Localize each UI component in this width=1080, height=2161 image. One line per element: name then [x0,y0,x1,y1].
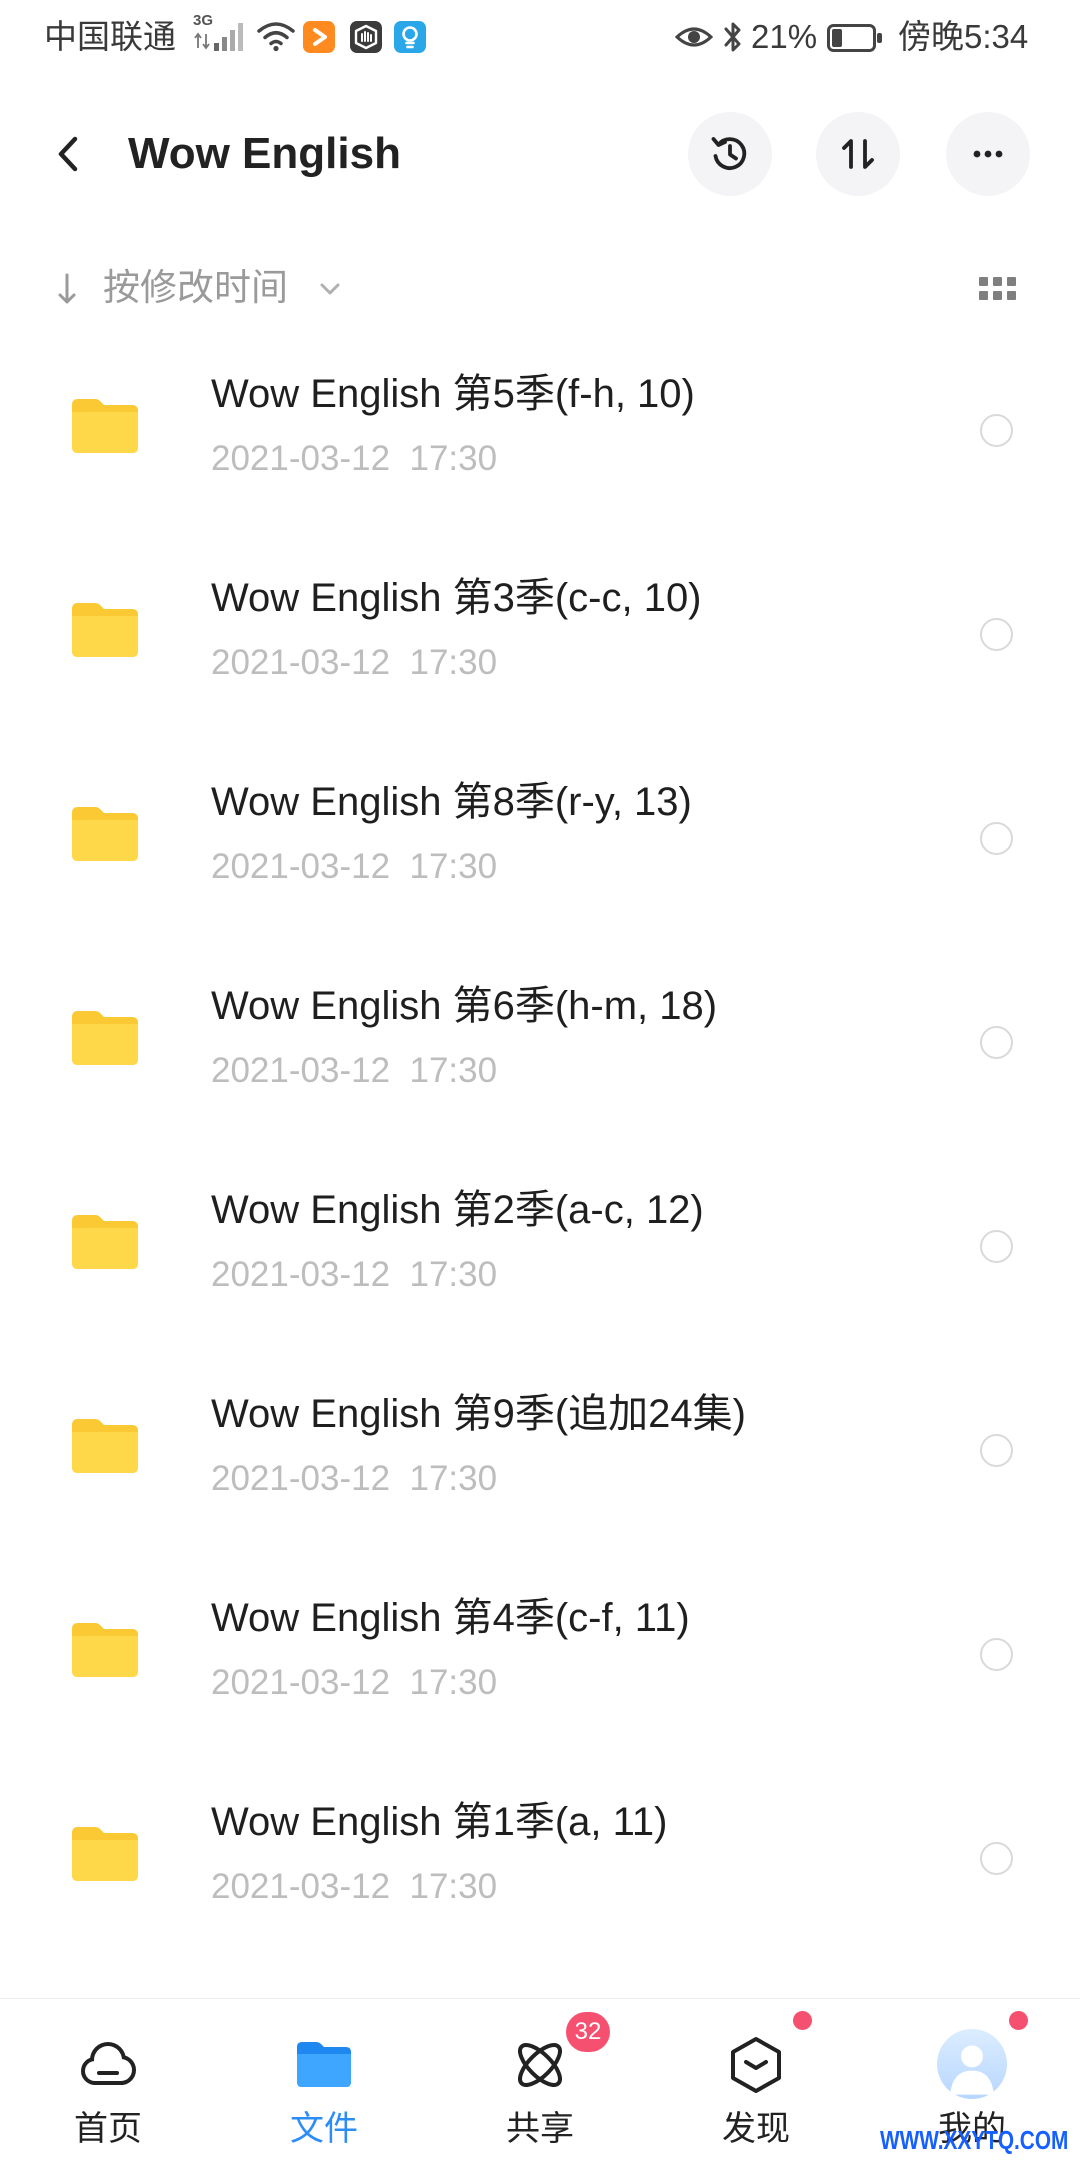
file-row[interactable]: Wow English 第1季(a, 11) 2021-03-12 17:30 [0,1765,1080,1969]
carrier-name: 中国联通 [44,18,176,55]
file-name: Wow English 第2季(a-c, 12) [211,1188,704,1232]
nav-item-discover[interactable]: 发现 [648,1999,864,2161]
file-name: Wow English 第3季(c-c, 10) [211,576,702,620]
status-time: 傍晚5:34 [898,18,1029,55]
file-name: Wow English 第8季(r-y, 13) [211,780,692,824]
wifi-icon [257,22,295,52]
select-radio[interactable] [980,1230,1013,1263]
eye-icon [675,27,713,47]
file-modified-time: 2021-03-12 17:30 [211,439,498,478]
bluetooth-icon [724,22,741,52]
file-name: Wow English 第6季(h-m, 18) [211,984,718,1028]
select-radio[interactable] [980,1842,1013,1875]
folder-icon [72,1825,138,1881]
file-name: Wow English 第4季(c-f, 11) [211,1596,690,1640]
file-name: Wow English 第1季(a, 11) [211,1800,668,1844]
folder-icon [72,1213,138,1269]
more-button[interactable] [946,112,1030,196]
signal-icon [214,23,243,51]
red-dot-indicator [1009,2011,1028,2030]
file-row[interactable]: Wow English 第4季(c-f, 11) 2021-03-12 17:3… [0,1561,1080,1765]
file-row[interactable]: Wow English 第3季(c-c, 10) 2021-03-12 17:3… [0,541,1080,745]
data-arrows-icon [194,32,210,50]
file-row[interactable]: Wow English 第9季(追加24集) 2021-03-12 17:30 [0,1357,1080,1561]
network-type: 3G [193,12,214,29]
shield-app-icon [350,21,382,53]
atom-icon [518,2043,562,2087]
status-bar: 中国联通 3G 21% 傍晚5:34 [0,0,1080,76]
file-modified-time: 2021-03-12 17:30 [211,1051,498,1090]
nav-item-home[interactable]: 首页 [0,1999,216,2161]
folder-icon [72,601,138,657]
history-icon [711,137,747,170]
file-modified-time: 2021-03-12 17:30 [211,1867,498,1906]
select-radio[interactable] [980,1026,1013,1059]
battery-percentage: 21% [751,18,818,55]
nav-label-files: 文件 [290,2110,358,2148]
hexagon-box-icon [731,2037,781,2093]
grid-icon [978,276,1016,300]
file-modified-time: 2021-03-12 17:30 [211,847,498,886]
history-button[interactable] [688,112,772,196]
select-radio[interactable] [980,618,1013,651]
file-row[interactable]: Wow English 第8季(r-y, 13) 2021-03-12 17:3… [0,745,1080,949]
folder-icon [297,2042,351,2087]
transfer-list-button[interactable] [816,112,900,196]
battery-icon [827,24,882,52]
file-modified-time: 2021-03-12 17:30 [211,643,498,682]
avatar-icon [937,2029,1007,2099]
cloud-icon [81,2042,136,2085]
grid-view-toggle[interactable] [970,268,1024,308]
lightbulb-app-icon [394,21,426,53]
sort-selector[interactable]: 按修改时间 [50,262,350,314]
folder-icon [72,1621,138,1677]
select-radio[interactable] [980,822,1013,855]
select-radio[interactable] [980,1638,1013,1671]
file-row[interactable]: Wow English 第2季(a-c, 12) 2021-03-12 17:3… [0,1153,1080,1357]
sort-arrows-icon [842,139,874,169]
nav-label-home: 首页 [74,2110,142,2148]
file-row[interactable]: Wow English 第6季(h-m, 18) 2021-03-12 17:3… [0,949,1080,1153]
nav-label-share: 共享 [506,2110,574,2148]
folder-icon [72,1009,138,1065]
chevron-down-icon [320,283,340,295]
orange-app-icon [303,21,335,53]
folder-icon [72,805,138,861]
file-modified-time: 2021-03-12 17:30 [211,1459,498,1498]
select-radio[interactable] [980,1434,1013,1467]
select-radio[interactable] [980,414,1013,447]
file-name: Wow English 第9季(追加24集) [211,1392,746,1436]
folder-icon [72,397,138,453]
nav-label-discover: 发现 [722,2110,790,2148]
chevron-left-icon [58,136,78,172]
file-modified-time: 2021-03-12 17:30 [211,1255,498,1294]
file-list: Wow English 第5季(f-h, 10) 2021-03-12 17:3… [0,337,1080,1969]
file-name: Wow English 第5季(f-h, 10) [211,372,695,416]
notification-badge: 32 [566,2012,610,2052]
nav-item-share[interactable]: 共享 32 [432,1999,648,2161]
file-row[interactable]: Wow English 第5季(f-h, 10) 2021-03-12 17:3… [0,337,1080,541]
red-dot-indicator [793,2011,812,2030]
back-button[interactable] [44,129,94,179]
folder-icon [72,1417,138,1473]
arrow-down-icon [58,273,76,304]
watermark: WWW.XXYTQ.COM [880,2125,1069,2155]
nav-item-files[interactable]: 文件 [216,1999,432,2161]
page-title: Wow English [128,129,401,178]
more-icon [973,150,1003,158]
sort-label: 按修改时间 [103,267,288,308]
file-modified-time: 2021-03-12 17:30 [211,1663,498,1702]
